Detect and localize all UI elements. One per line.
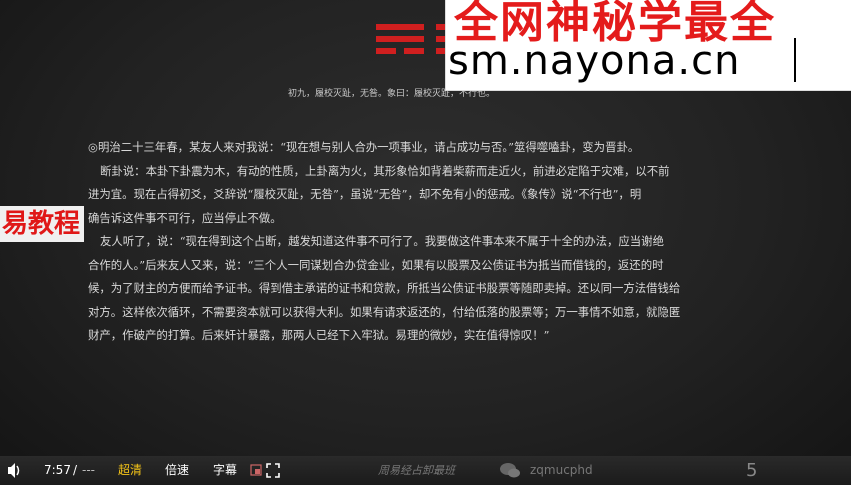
wechat-id: zqmucphd	[530, 463, 593, 477]
slide-paragraph: 友人听了，说：“现在得到这个占断，越发知道这件事不可行了。我要做这件事本来不属于…	[100, 234, 664, 248]
video-player[interactable]: 初九，履校灭趾，无咎。象曰：履校灭趾，不行也。 ◎明治二十三年春，某友人来对我说…	[0, 0, 851, 485]
watermark-banner: 全网神秘学最全 sm.nayona.cn	[446, 0, 851, 90]
video-frame[interactable]: 初九，履校灭趾，无咎。象曰：履校灭趾，不行也。 ◎明治二十三年春，某友人来对我说…	[0, 0, 851, 456]
hexagram-icon	[376, 24, 424, 54]
slide-paragraph: 确告诉这件事不可行，应当停止不做。	[88, 210, 282, 225]
total-time: ---	[82, 463, 95, 477]
slide-paragraph: 合作的人。”后来友人又来，说：“三个人一同谋划合办贷金业，如果有以股票及公债证书…	[88, 257, 664, 272]
player-control-bar: 7:57 / --- 超清 倍速 字幕 周易经占卸最班 zqmucphd 5	[0, 456, 851, 485]
page-number: 5	[746, 460, 758, 481]
footer-brand: 周易经占卸最班	[378, 464, 455, 477]
pip-icon[interactable]	[250, 456, 262, 485]
slide-paragraph: 候，为了财主的方便而给予证书。得到借主承诺的证书和贷款，所抵当公债证书股票等随即…	[88, 281, 681, 295]
text-cursor	[794, 38, 796, 82]
wechat-icon	[498, 456, 522, 485]
fullscreen-icon[interactable]	[266, 456, 280, 485]
slide-paragraph: 对方。这样依次循环，不需要资本就可以获得大利。如果有请求返还的，付给低落的股票等…	[88, 304, 681, 319]
slide-body: ◎明治二十三年春，某友人来对我说：“现在想与别人合办一项事业，请占成功与否。”筮…	[88, 136, 788, 348]
time-separator: /	[73, 463, 78, 477]
slide-paragraph: 断卦说：本卦下卦震为木，有动的性质，上卦离为火，其形象恰如背着柴薪而走近火，前进…	[100, 163, 670, 178]
speed-button[interactable]: 倍速	[165, 456, 189, 485]
volume-icon[interactable]	[6, 456, 22, 485]
subtitles-button[interactable]: 字幕	[213, 456, 237, 485]
quality-button[interactable]: 超清	[118, 456, 142, 485]
watermark-url: sm.nayona.cn	[448, 38, 741, 84]
current-time: 7:57	[44, 463, 71, 477]
course-badge: 易教程	[0, 206, 85, 242]
slide-paragraph: 进为宜。现在占得初爻，爻辞说“履校灭趾，无咎”，虽说“无咎”，却不免有小的惩戒。…	[88, 187, 642, 201]
slide-paragraph: 财产，作破产的打算。后来奸计暴露，那两人已经下入牢狱。易理的微妙，实在值得惊叹！…	[88, 328, 550, 342]
slide-paragraph: ◎明治二十三年春，某友人来对我说：“现在想与别人合办一项事业，请占成功与否。”筮…	[88, 140, 640, 154]
